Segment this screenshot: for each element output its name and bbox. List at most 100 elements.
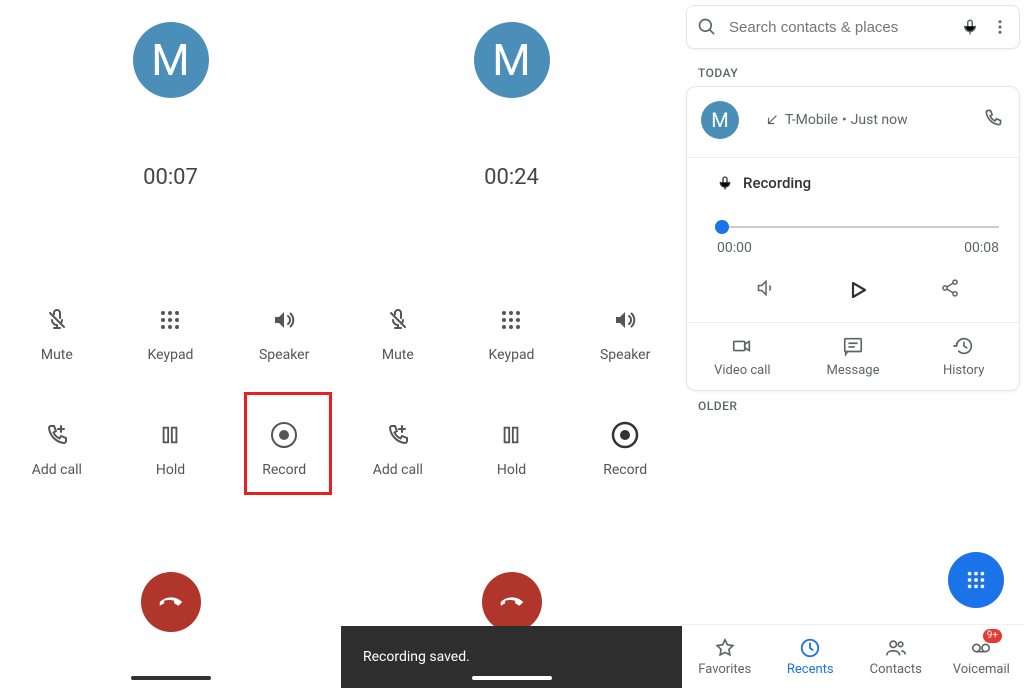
share-button[interactable] <box>940 278 960 306</box>
message-icon <box>842 335 864 357</box>
recents-screen: TODAY M T-Mobile • Just now Recording <box>682 0 1024 688</box>
callback-button[interactable] <box>983 108 1003 132</box>
recording-saved-toast: Recording saved. <box>341 626 682 688</box>
add-call-button[interactable]: Add call <box>0 390 114 505</box>
video-call-label: Video call <box>714 363 771 378</box>
nav-handle[interactable] <box>472 676 552 680</box>
hold-button[interactable]: Hold <box>455 390 569 505</box>
call-log-entry[interactable]: M T-Mobile • Just now <box>687 87 1019 157</box>
speaker-icon <box>272 303 296 337</box>
dialpad-icon <box>499 303 523 337</box>
history-icon <box>953 335 975 357</box>
recording-progress[interactable] <box>717 220 999 234</box>
speaker-label: Speaker <box>259 347 309 363</box>
hold-label: Hold <box>156 462 185 478</box>
call-timer: 00:24 <box>341 165 682 190</box>
voice-search-icon[interactable] <box>961 18 979 36</box>
add-call-label: Add call <box>373 462 423 478</box>
keypad-button[interactable]: Keypad <box>114 275 228 390</box>
record-highlight <box>244 392 332 495</box>
speaker-button[interactable]: Speaker <box>568 275 682 390</box>
pause-icon <box>159 418 181 452</box>
nav-handle[interactable] <box>131 676 211 680</box>
end-call-icon <box>497 587 527 617</box>
voicemail-badge: 9+ <box>983 629 1002 643</box>
keypad-label: Keypad <box>148 347 194 363</box>
video-call-button[interactable]: Video call <box>687 323 798 390</box>
keypad-button[interactable]: Keypad <box>455 275 569 390</box>
call-timer: 00:07 <box>0 165 341 190</box>
avatar-initial: M <box>151 34 189 86</box>
search-icon <box>697 17 717 37</box>
dialpad-fab[interactable] <box>948 552 1004 608</box>
mute-button[interactable]: Mute <box>341 275 455 390</box>
keypad-label: Keypad <box>489 347 535 363</box>
avatar-initial: M <box>711 108 728 132</box>
call-actions-row-1: Mute Keypad Speaker <box>0 275 341 390</box>
mute-button[interactable]: Mute <box>0 275 114 390</box>
nav-contacts-label: Contacts <box>870 662 922 677</box>
recording-title: Recording <box>717 174 999 192</box>
mic-off-icon <box>45 303 69 337</box>
mute-label: Mute <box>382 347 414 363</box>
record-label: Record <box>603 462 647 478</box>
hold-button[interactable]: Hold <box>114 390 228 505</box>
time-text: Just now <box>851 112 908 128</box>
dot-separator: • <box>842 112 847 128</box>
play-button[interactable] <box>846 278 870 306</box>
nav-voicemail[interactable]: Voicemail 9+ <box>939 625 1024 688</box>
mute-label: Mute <box>41 347 73 363</box>
speaker-button[interactable]: Speaker <box>227 275 341 390</box>
call-screen-1: M 00:07 Mute Keypad Speaker <box>0 0 341 688</box>
add-call-label: Add call <box>32 462 82 478</box>
message-button[interactable]: Message <box>798 323 909 390</box>
progress-knob[interactable] <box>715 220 729 234</box>
nav-recents[interactable]: Recents <box>768 625 854 688</box>
star-icon <box>714 637 736 659</box>
recording-section: Recording 00:00 00:08 <box>687 158 1019 322</box>
incoming-arrow-icon <box>765 113 779 127</box>
call-actions-row-1: Mute Keypad Speaker <box>341 275 682 390</box>
end-call-button[interactable] <box>482 572 542 632</box>
speaker-label: Speaker <box>600 347 650 363</box>
pause-icon <box>500 418 522 452</box>
speaker-icon <box>613 303 637 337</box>
search-input[interactable] <box>729 19 949 36</box>
call-actions-row-2: Add call Hold Record <box>341 390 682 505</box>
contact-avatar: M <box>474 22 550 98</box>
mic-icon <box>717 175 733 191</box>
record-icon <box>611 418 639 452</box>
search-bar[interactable] <box>686 5 1020 49</box>
clock-icon <box>799 637 821 659</box>
hold-label: Hold <box>497 462 526 478</box>
call-screen-2: M 00:24 Mute Keypad Speaker <box>341 0 682 688</box>
record-button-active[interactable]: Record <box>568 390 682 505</box>
nav-favorites-label: Favorites <box>698 662 751 677</box>
video-icon <box>731 335 753 357</box>
volume-button[interactable] <box>756 278 776 306</box>
add-call-button[interactable]: Add call <box>341 390 455 505</box>
nav-contacts[interactable]: Contacts <box>853 625 939 688</box>
people-icon <box>885 637 907 659</box>
avatar-initial: M <box>492 34 530 86</box>
recording-label: Recording <box>743 174 811 192</box>
history-button[interactable]: History <box>908 323 1019 390</box>
more-icon[interactable] <box>991 18 1009 36</box>
progress-track <box>717 226 999 228</box>
nav-favorites[interactable]: Favorites <box>682 625 768 688</box>
contact-avatar-mini: M <box>701 101 739 139</box>
toast-text: Recording saved. <box>363 649 470 665</box>
nav-recents-label: Recents <box>787 662 834 677</box>
end-call-icon <box>156 587 186 617</box>
bottom-navigation: Favorites Recents Contacts Voicemail 9+ <box>682 624 1024 688</box>
older-section-label: OLDER <box>698 399 737 413</box>
call-log-card: M T-Mobile • Just now Recording <box>686 86 1020 391</box>
history-label: History <box>943 363 984 378</box>
carrier-text: T-Mobile <box>785 112 838 128</box>
message-label: Message <box>827 363 880 378</box>
today-section-label: TODAY <box>698 66 738 80</box>
time-start: 00:00 <box>717 240 752 256</box>
dialpad-icon <box>965 569 987 591</box>
mic-off-icon <box>386 303 410 337</box>
end-call-button[interactable] <box>141 572 201 632</box>
